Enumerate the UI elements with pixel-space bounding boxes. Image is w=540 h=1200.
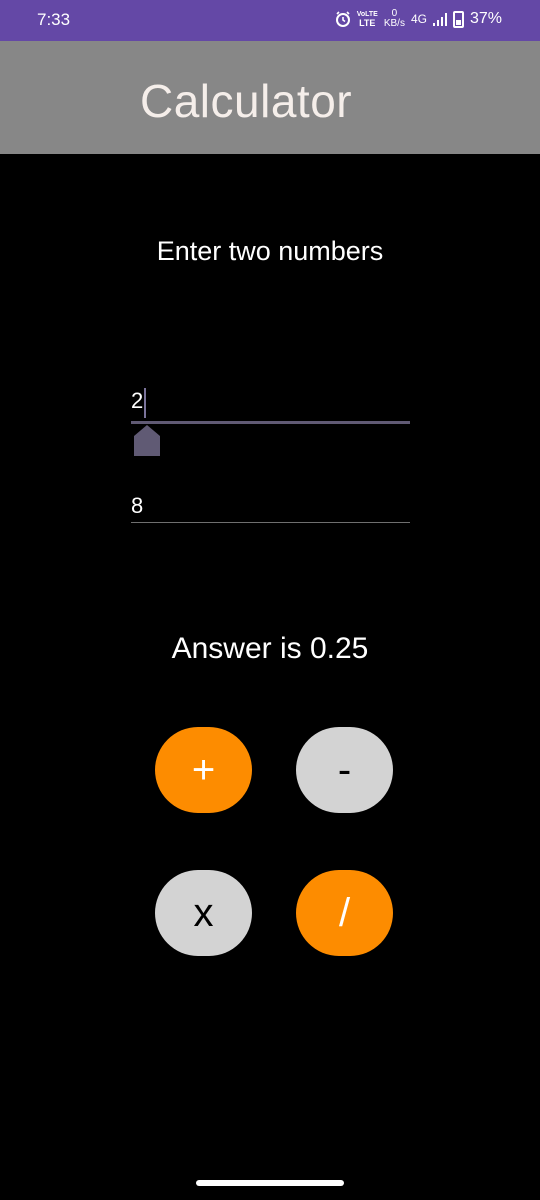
network-speed: 0 KB/s	[383, 8, 405, 29]
alarm-icon	[335, 11, 350, 27]
text-cursor	[144, 388, 146, 418]
divide-button[interactable]: /	[296, 870, 393, 956]
second-number-underline	[131, 522, 410, 523]
status-time: 7:33	[37, 10, 71, 29]
second-number-field[interactable]: 8	[131, 493, 410, 525]
first-number-field[interactable]: 2	[131, 388, 410, 428]
second-number-value: 8	[131, 493, 144, 518]
status-icons: VoLTE LTE 0 KB/s 4G 37%	[335, 9, 502, 29]
prompt-text: Enter two numbers	[156, 236, 384, 266]
status-bar: 7:33 VoLTE LTE 0 KB/s 4G 37%	[0, 0, 540, 41]
multiply-button[interactable]: x	[155, 870, 252, 956]
battery-percent: 37%	[469, 10, 502, 27]
first-number-underline	[131, 421, 410, 424]
add-button[interactable]: +	[155, 727, 252, 813]
cursor-handle[interactable]	[134, 425, 160, 456]
battery-icon	[452, 10, 464, 28]
network-type: 4G	[410, 12, 427, 26]
first-number-value: 2	[131, 388, 144, 413]
home-indicator[interactable]	[196, 1180, 344, 1186]
answer-text: Answer is 0.25	[171, 632, 369, 665]
subtract-button[interactable]: -	[296, 727, 393, 813]
app-bar: Calculator	[0, 41, 540, 154]
page-title: Calculator	[140, 75, 353, 127]
signal-icon	[432, 12, 447, 26]
volte-icon: VoLTE LTE	[356, 11, 378, 28]
